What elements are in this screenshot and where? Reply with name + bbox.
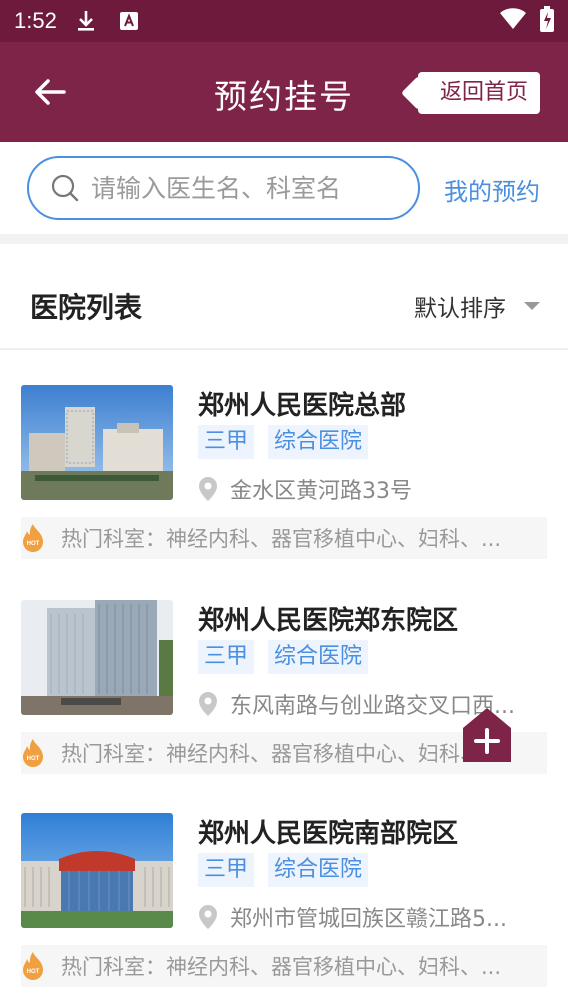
- arrow-left-icon: [35, 79, 66, 105]
- home-button-label: 返回首页: [439, 80, 528, 105]
- hospital-address: 金水区黄河路33号: [198, 473, 538, 505]
- download-icon: [75, 9, 97, 33]
- a-notification-icon: [119, 11, 139, 31]
- tag-level: 三甲: [198, 425, 255, 459]
- hospital-address: 郑州市管城回族区赣江路5...: [198, 901, 538, 933]
- address-text: 郑州市管城回族区赣江路5...: [230, 907, 507, 932]
- hot-departments-text: 热门科室：神经内科、器官移植中心、妇科、...: [61, 527, 502, 551]
- location-pin-icon: [198, 476, 218, 502]
- search-input[interactable]: [91, 173, 391, 203]
- house-plus-icon: [463, 708, 511, 762]
- search-icon: [51, 174, 79, 202]
- title-bar: 预约挂号 返回首页: [0, 42, 568, 142]
- location-pin-icon: [198, 691, 218, 717]
- hot-departments-text: 热门科室：神经内科、器官移植中心、妇科、...: [61, 742, 502, 766]
- back-button[interactable]: [30, 72, 70, 112]
- hot-flame-icon: HOT: [21, 951, 45, 981]
- hospital-photo: [21, 600, 173, 715]
- tag-level: 三甲: [198, 853, 255, 887]
- list-title: 医院列表: [30, 291, 143, 324]
- section-divider: [0, 234, 568, 244]
- hot-departments-text: 热门科室：神经内科、器官移植中心、妇科、...: [61, 955, 502, 979]
- tag-type: 综合医院: [268, 425, 369, 459]
- sort-label: 默认排序: [414, 296, 506, 322]
- battery-charging-icon: [540, 6, 554, 36]
- search-row: 我的预约: [0, 142, 568, 234]
- hot-flame-icon: HOT: [21, 523, 45, 553]
- hospital-tags: 三甲 综合医院: [198, 640, 369, 674]
- status-time: 1:52: [14, 8, 57, 33]
- home-button[interactable]: 返回首页: [417, 72, 540, 114]
- status-bar: 1:52: [0, 0, 568, 42]
- hospital-photo: [21, 813, 173, 928]
- hospital-tags: 三甲 综合医院: [198, 425, 369, 459]
- address-text: 金水区黄河路33号: [230, 479, 412, 504]
- tag-type: 综合医院: [268, 640, 369, 674]
- hospital-name: 郑州人民医院南部院区: [198, 819, 459, 849]
- hospital-card[interactable]: 郑州人民医院总部 三甲 综合医院 金水区黄河路33号 HOT 热门科室：神经内科…: [0, 385, 568, 599]
- hospital-name: 郑州人民医院总部: [198, 391, 407, 421]
- hot-flame-icon: HOT: [21, 738, 45, 768]
- hospital-photo: [21, 385, 173, 500]
- svg-text:HOT: HOT: [27, 541, 40, 547]
- tag-level: 三甲: [198, 640, 255, 674]
- hospital-card[interactable]: 郑州人民医院南部院区 三甲 综合医院 郑州市管城回族区赣江路5... HOT 热…: [0, 813, 568, 1007]
- svg-text:HOT: HOT: [27, 969, 40, 975]
- tag-type: 综合医院: [268, 853, 369, 887]
- sort-dropdown[interactable]: 默认排序: [414, 289, 540, 323]
- hospital-name: 郑州人民医院郑东院区: [198, 606, 459, 636]
- hot-departments: HOT 热门科室：神经内科、器官移植中心、妇科、...: [21, 517, 547, 559]
- search-box[interactable]: [27, 156, 420, 220]
- svg-text:HOT: HOT: [27, 756, 40, 762]
- hot-departments: HOT 热门科室：神经内科、器官移植中心、妇科、...: [21, 945, 547, 987]
- hospital-tags: 三甲 综合医院: [198, 853, 369, 887]
- chevron-down-icon: [524, 302, 540, 310]
- my-appointments-link[interactable]: 我的预约: [444, 172, 540, 207]
- list-header: 医院列表 默认排序: [0, 244, 568, 350]
- wifi-icon: [500, 8, 526, 34]
- location-pin-icon: [198, 904, 218, 930]
- floating-home-add-button[interactable]: [461, 706, 513, 764]
